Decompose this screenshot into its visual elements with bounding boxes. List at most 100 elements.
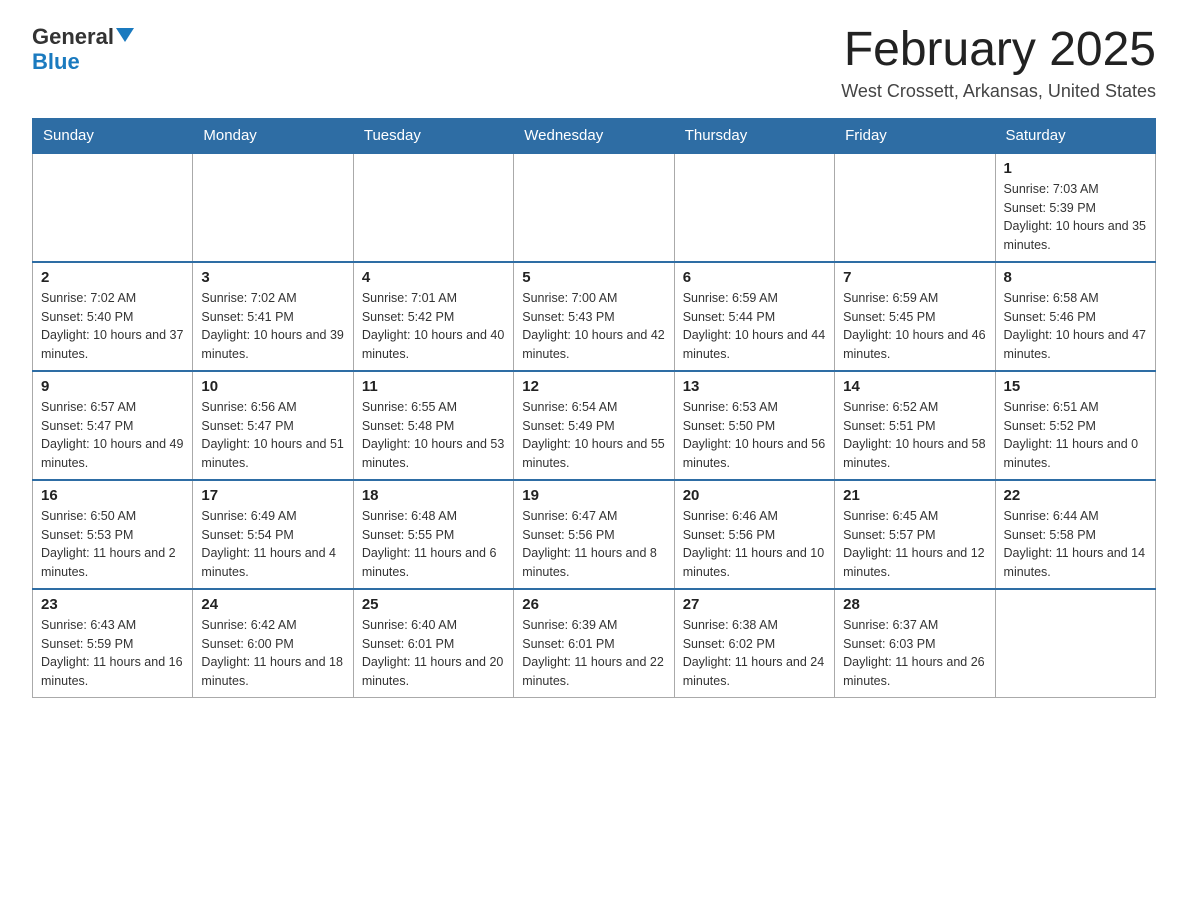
day-info: Sunrise: 6:38 AMSunset: 6:02 PMDaylight:… xyxy=(683,616,826,691)
calendar-cell: 26 Sunrise: 6:39 AMSunset: 6:01 PMDayligh… xyxy=(514,589,674,698)
day-number: 13 xyxy=(683,378,826,395)
day-number: 26 xyxy=(522,596,665,613)
calendar-cell: 23 Sunrise: 6:43 AMSunset: 5:59 PMDayligh… xyxy=(33,589,193,698)
calendar-cell: 4 Sunrise: 7:01 AMSunset: 5:42 PMDaylight… xyxy=(353,262,513,371)
calendar-cell: 10Sunrise: 6:56 AMSunset: 5:47 PMDayligh… xyxy=(193,371,353,480)
day-number: 22 xyxy=(1004,487,1147,504)
calendar-cell: 14 Sunrise: 6:52 AMSunset: 5:51 PMDayligh… xyxy=(835,371,995,480)
calendar-cell xyxy=(514,153,674,262)
day-of-week-header: Tuesday xyxy=(353,118,513,153)
calendar-cell: 1 Sunrise: 7:03 AMSunset: 5:39 PMDaylight… xyxy=(995,153,1155,262)
calendar-cell: 13 Sunrise: 6:53 AMSunset: 5:50 PMDayligh… xyxy=(674,371,834,480)
location-subtitle: West Crossett, Arkansas, United States xyxy=(841,81,1156,102)
calendar-table: SundayMondayTuesdayWednesdayThursdayFrid… xyxy=(32,118,1156,698)
calendar-cell: 5 Sunrise: 7:00 AMSunset: 5:43 PMDaylight… xyxy=(514,262,674,371)
day-of-week-header: Monday xyxy=(193,118,353,153)
day-info: Sunrise: 6:51 AMSunset: 5:52 PMDaylight:… xyxy=(1004,398,1147,473)
logo-general-text: General xyxy=(32,24,134,49)
calendar-cell xyxy=(674,153,834,262)
day-info: Sunrise: 6:45 AMSunset: 5:57 PMDaylight:… xyxy=(843,507,986,582)
calendar-cell: 27 Sunrise: 6:38 AMSunset: 6:02 PMDayligh… xyxy=(674,589,834,698)
calendar-cell: 18 Sunrise: 6:48 AMSunset: 5:55 PMDayligh… xyxy=(353,480,513,589)
day-number: 17 xyxy=(201,487,344,504)
calendar-cell xyxy=(33,153,193,262)
calendar-cell: 19 Sunrise: 6:47 AMSunset: 5:56 PMDayligh… xyxy=(514,480,674,589)
day-number: 21 xyxy=(843,487,986,504)
day-info: Sunrise: 6:37 AMSunset: 6:03 PMDaylight:… xyxy=(843,616,986,691)
day-number: 23 xyxy=(41,596,184,613)
day-of-week-header: Thursday xyxy=(674,118,834,153)
logo-blue-text: Blue xyxy=(32,49,134,74)
day-info: Sunrise: 6:46 AMSunset: 5:56 PMDaylight:… xyxy=(683,507,826,582)
day-info: Sunrise: 7:03 AMSunset: 5:39 PMDaylight:… xyxy=(1004,180,1147,255)
day-info: Sunrise: 6:43 AMSunset: 5:59 PMDaylight:… xyxy=(41,616,184,691)
day-info: Sunrise: 6:40 AMSunset: 6:01 PMDaylight:… xyxy=(362,616,505,691)
day-number: 14 xyxy=(843,378,986,395)
day-number: 15 xyxy=(1004,378,1147,395)
logo-triangle-icon xyxy=(116,28,134,42)
day-of-week-header: Wednesday xyxy=(514,118,674,153)
day-info: Sunrise: 7:02 AMSunset: 5:40 PMDaylight:… xyxy=(41,289,184,364)
calendar-cell xyxy=(835,153,995,262)
week-row: 23 Sunrise: 6:43 AMSunset: 5:59 PMDayligh… xyxy=(33,589,1156,698)
week-row: 2Sunrise: 7:02 AMSunset: 5:40 PMDaylight… xyxy=(33,262,1156,371)
calendar-cell: 22 Sunrise: 6:44 AMSunset: 5:58 PMDayligh… xyxy=(995,480,1155,589)
day-of-week-header: Saturday xyxy=(995,118,1155,153)
day-number: 3 xyxy=(201,269,344,286)
day-info: Sunrise: 6:54 AMSunset: 5:49 PMDaylight:… xyxy=(522,398,665,473)
day-info: Sunrise: 6:52 AMSunset: 5:51 PMDaylight:… xyxy=(843,398,986,473)
day-number: 6 xyxy=(683,269,826,286)
calendar-cell: 6 Sunrise: 6:59 AMSunset: 5:44 PMDaylight… xyxy=(674,262,834,371)
day-info: Sunrise: 6:42 AMSunset: 6:00 PMDaylight:… xyxy=(201,616,344,691)
calendar-cell xyxy=(193,153,353,262)
day-number: 1 xyxy=(1004,160,1147,177)
day-number: 25 xyxy=(362,596,505,613)
calendar-cell: 15 Sunrise: 6:51 AMSunset: 5:52 PMDayligh… xyxy=(995,371,1155,480)
calendar-cell: 12 Sunrise: 6:54 AMSunset: 5:49 PMDayligh… xyxy=(514,371,674,480)
calendar-cell: 17 Sunrise: 6:49 AMSunset: 5:54 PMDayligh… xyxy=(193,480,353,589)
day-info: Sunrise: 6:47 AMSunset: 5:56 PMDaylight:… xyxy=(522,507,665,582)
day-info: Sunrise: 7:00 AMSunset: 5:43 PMDaylight:… xyxy=(522,289,665,364)
day-info: Sunrise: 6:56 AMSunset: 5:47 PMDaylight:… xyxy=(201,398,344,473)
calendar-cell: 28 Sunrise: 6:37 AMSunset: 6:03 PMDayligh… xyxy=(835,589,995,698)
day-info: Sunrise: 7:02 AMSunset: 5:41 PMDaylight:… xyxy=(201,289,344,364)
week-row: 9Sunrise: 6:57 AMSunset: 5:47 PMDaylight… xyxy=(33,371,1156,480)
day-info: Sunrise: 7:01 AMSunset: 5:42 PMDaylight:… xyxy=(362,289,505,364)
day-number: 20 xyxy=(683,487,826,504)
calendar-cell xyxy=(353,153,513,262)
calendar-cell: 21 Sunrise: 6:45 AMSunset: 5:57 PMDayligh… xyxy=(835,480,995,589)
day-info: Sunrise: 6:53 AMSunset: 5:50 PMDaylight:… xyxy=(683,398,826,473)
day-info: Sunrise: 6:59 AMSunset: 5:45 PMDaylight:… xyxy=(843,289,986,364)
calendar-cell: 25 Sunrise: 6:40 AMSunset: 6:01 PMDayligh… xyxy=(353,589,513,698)
day-number: 4 xyxy=(362,269,505,286)
day-number: 7 xyxy=(843,269,986,286)
day-number: 28 xyxy=(843,596,986,613)
calendar-cell: 20 Sunrise: 6:46 AMSunset: 5:56 PMDayligh… xyxy=(674,480,834,589)
day-number: 12 xyxy=(522,378,665,395)
calendar-cell: 8 Sunrise: 6:58 AMSunset: 5:46 PMDaylight… xyxy=(995,262,1155,371)
day-info: Sunrise: 6:59 AMSunset: 5:44 PMDaylight:… xyxy=(683,289,826,364)
day-of-week-header: Friday xyxy=(835,118,995,153)
day-info: Sunrise: 6:48 AMSunset: 5:55 PMDaylight:… xyxy=(362,507,505,582)
day-number: 9 xyxy=(41,378,184,395)
week-row: 16Sunrise: 6:50 AMSunset: 5:53 PMDayligh… xyxy=(33,480,1156,589)
day-info: Sunrise: 6:39 AMSunset: 6:01 PMDaylight:… xyxy=(522,616,665,691)
day-info: Sunrise: 6:49 AMSunset: 5:54 PMDaylight:… xyxy=(201,507,344,582)
page-header: General Blue February 2025 West Crossett… xyxy=(32,24,1156,102)
day-of-week-header: Sunday xyxy=(33,118,193,153)
day-number: 24 xyxy=(201,596,344,613)
day-number: 5 xyxy=(522,269,665,286)
header-row: SundayMondayTuesdayWednesdayThursdayFrid… xyxy=(33,118,1156,153)
logo: General Blue xyxy=(32,24,134,75)
day-number: 27 xyxy=(683,596,826,613)
day-number: 18 xyxy=(362,487,505,504)
calendar-cell xyxy=(995,589,1155,698)
logo-general-label: General xyxy=(32,24,114,49)
day-number: 19 xyxy=(522,487,665,504)
day-number: 16 xyxy=(41,487,184,504)
day-info: Sunrise: 6:58 AMSunset: 5:46 PMDaylight:… xyxy=(1004,289,1147,364)
month-title: February 2025 xyxy=(841,24,1156,77)
day-info: Sunrise: 6:44 AMSunset: 5:58 PMDaylight:… xyxy=(1004,507,1147,582)
day-number: 8 xyxy=(1004,269,1147,286)
calendar-cell: 9Sunrise: 6:57 AMSunset: 5:47 PMDaylight… xyxy=(33,371,193,480)
